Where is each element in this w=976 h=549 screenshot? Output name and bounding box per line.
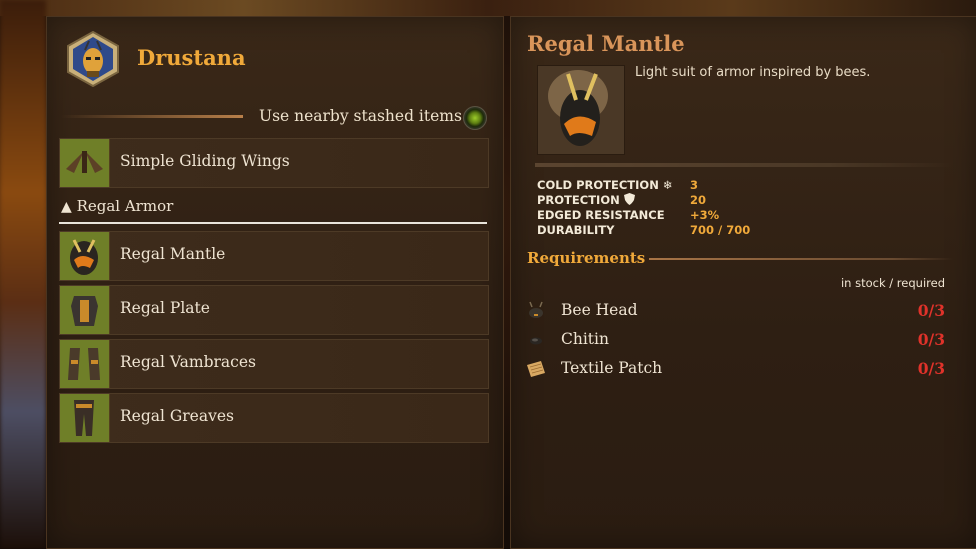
- regal-vambraces-icon: [60, 340, 110, 388]
- regal-greaves-icon: [60, 394, 110, 442]
- detail-divider: [535, 163, 953, 167]
- list-item-label: Regal Plate: [120, 299, 210, 317]
- list-item-label: Regal Vambraces: [120, 353, 256, 371]
- crafting-list-panel: Drustana Use nearby stashed items Simple…: [46, 16, 504, 549]
- list-item-regal-mantle[interactable]: Regal Mantle: [59, 231, 489, 281]
- stat-name: PROTECTION: [537, 193, 620, 207]
- requirement-row-bee-head: Bee Head 0/3: [525, 299, 945, 325]
- gliding-wings-icon: [60, 139, 110, 187]
- requirements-divider: [649, 258, 953, 260]
- character-name: Drustana: [137, 45, 246, 70]
- shield-icon: [623, 193, 635, 205]
- requirement-name: Textile Patch: [561, 359, 663, 377]
- character-portrait-icon: [67, 31, 119, 87]
- item-title: Regal Mantle: [527, 31, 685, 56]
- requirement-name: Bee Head: [561, 301, 638, 319]
- item-detail-panel: Regal Mantle Light suit of armor inspire…: [510, 16, 976, 549]
- stat-name: DURABILITY: [537, 223, 615, 237]
- requirements-legend: in stock / required: [840, 276, 945, 290]
- requirements-title: Requirements: [527, 249, 646, 267]
- list-item-label: Regal Greaves: [120, 407, 234, 425]
- list-item-label: Simple Gliding Wings: [120, 152, 290, 170]
- requirement-row-textile-patch: Textile Patch 0/3: [525, 357, 945, 383]
- requirement-count: 0/3: [917, 301, 945, 320]
- stat-value: 3: [690, 178, 699, 192]
- stat-value: +3%: [690, 208, 720, 222]
- list-item-regal-vambraces[interactable]: Regal Vambraces: [59, 339, 489, 389]
- requirement-row-chitin: Chitin 0/3: [525, 328, 945, 354]
- list-item-simple-gliding-wings[interactable]: Simple Gliding Wings: [59, 138, 489, 188]
- stash-divider: [61, 115, 243, 118]
- regal-plate-icon: [60, 286, 110, 334]
- collapse-triangle-icon: ▲: [61, 199, 72, 215]
- list-item-label: Regal Mantle: [120, 245, 226, 263]
- requirement-count: 0/3: [917, 359, 945, 378]
- stash-toggle-button[interactable]: [463, 106, 487, 130]
- stat-value: 20: [690, 193, 707, 207]
- category-underline: [59, 222, 487, 224]
- stash-label: Use nearby stashed items: [259, 107, 462, 125]
- stat-value: 700 / 700: [690, 223, 751, 237]
- category-header-regal-armor[interactable]: ▲ Regal Armor: [61, 197, 173, 215]
- snowflake-icon: ❄: [662, 178, 673, 192]
- item-description: Light suit of armor inspired by bees.: [635, 65, 871, 80]
- chitin-icon: [530, 337, 542, 345]
- list-item-regal-plate[interactable]: Regal Plate: [59, 285, 489, 335]
- textile-patch-icon: [527, 361, 545, 377]
- background-left: [0, 0, 46, 549]
- background-top: [0, 0, 976, 16]
- stat-name: EDGED RESISTANCE: [537, 208, 665, 222]
- regal-mantle-icon: [60, 232, 110, 280]
- list-item-regal-greaves[interactable]: Regal Greaves: [59, 393, 489, 443]
- regal-mantle-image-icon: [537, 65, 625, 155]
- requirement-name: Chitin: [561, 330, 609, 348]
- stat-name: COLD PROTECTION: [537, 178, 659, 192]
- bee-head-icon: [529, 301, 543, 318]
- category-label: Regal Armor: [76, 197, 174, 215]
- requirement-count: 0/3: [917, 330, 945, 349]
